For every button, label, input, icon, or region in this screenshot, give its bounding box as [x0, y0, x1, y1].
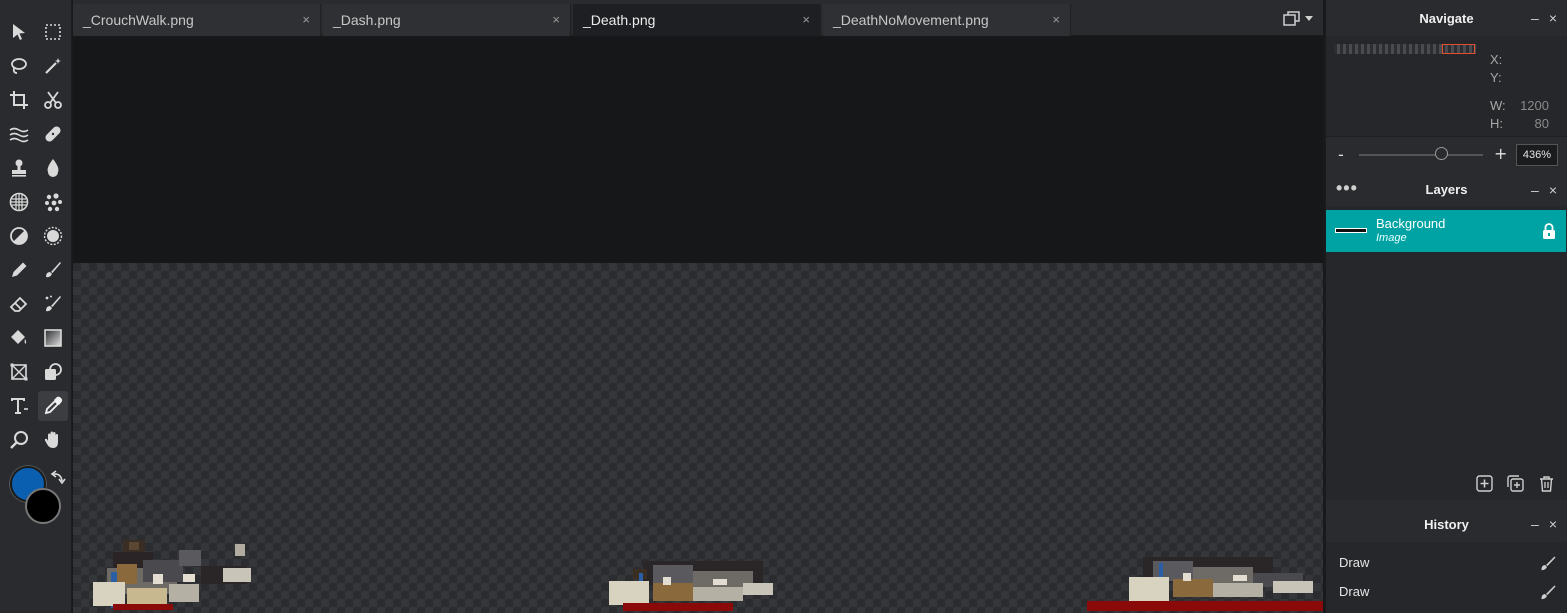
zoom-slider-handle[interactable]	[1434, 147, 1448, 160]
height-value: 80	[1534, 116, 1549, 131]
chevron-down-icon	[1305, 16, 1313, 21]
width-label: W:	[1490, 98, 1506, 113]
history-item[interactable]: Draw	[1326, 577, 1566, 606]
minimize-icon[interactable]: –	[1531, 516, 1539, 532]
navigator-viewport[interactable]	[1442, 44, 1475, 54]
blur-icon[interactable]	[38, 153, 68, 183]
paint-bucket-icon[interactable]	[4, 323, 34, 353]
zoom-controls: - + 436%	[1326, 136, 1567, 172]
minimize-icon[interactable]: –	[1531, 182, 1539, 198]
pencil-icon[interactable]	[4, 255, 34, 285]
close-icon[interactable]: ×	[1549, 10, 1557, 26]
trash-icon[interactable]	[1538, 475, 1555, 492]
eyedropper-icon[interactable]	[38, 391, 68, 421]
window-arrange-button[interactable]	[1281, 9, 1315, 29]
history-label: Draw	[1339, 584, 1370, 599]
tab-label: _Dash.png	[333, 12, 401, 28]
background-color-swatch[interactable]	[25, 488, 61, 524]
gradient-icon[interactable]	[38, 323, 68, 353]
zoom-slider[interactable]	[1359, 154, 1483, 156]
zoom-icon[interactable]	[4, 425, 34, 455]
width-value: 1200	[1520, 98, 1549, 113]
layer-name: Background	[1376, 216, 1446, 231]
dots-icon[interactable]	[38, 187, 68, 217]
minimize-icon[interactable]: –	[1531, 10, 1539, 26]
tab-label: _CrouchWalk.png	[83, 12, 194, 28]
move-icon[interactable]	[4, 17, 34, 47]
magic-wand-icon[interactable]	[38, 51, 68, 81]
history-label: Draw	[1339, 555, 1370, 570]
close-tab-icon[interactable]: ×	[302, 12, 310, 27]
navigator-preview: X: Y: W: 1200 H: 80	[1326, 36, 1567, 136]
sprite-frame-3	[1087, 557, 1323, 611]
sponge-icon[interactable]	[4, 187, 34, 217]
navigate-panel: Navigate – × X: Y: W: 1200 H: 80 - + 436…	[1325, 0, 1567, 172]
tab-death[interactable]: _Death.png ×	[573, 4, 821, 36]
close-icon[interactable]: ×	[1549, 516, 1557, 532]
zoom-in-button[interactable]: +	[1494, 144, 1507, 163]
tab-crouchwalk[interactable]: _CrouchWalk.png ×	[73, 4, 321, 36]
close-tab-icon[interactable]: ×	[802, 12, 810, 27]
layers-header: ••• Layers – ×	[1326, 172, 1567, 206]
cut-icon[interactable]	[38, 85, 68, 115]
tab-deathnomovement[interactable]: _DeathNoMovement.png ×	[823, 4, 1071, 36]
burn-icon[interactable]	[38, 221, 68, 251]
brush-icon	[1541, 585, 1556, 599]
close-tab-icon[interactable]: ×	[552, 12, 560, 27]
add-layer-icon[interactable]	[1476, 475, 1493, 492]
smart-brush-icon[interactable]	[38, 289, 68, 319]
panel-title: Layers	[1425, 181, 1468, 197]
text-icon[interactable]	[4, 391, 34, 421]
layer-item[interactable]: Background Image	[1326, 210, 1566, 252]
sprite-frame-1	[93, 540, 251, 610]
brush-icon[interactable]	[38, 255, 68, 285]
history-header: History – ×	[1326, 506, 1567, 542]
close-icon[interactable]: ×	[1549, 182, 1557, 198]
transform-icon[interactable]	[4, 357, 34, 387]
navigate-header: Navigate – ×	[1326, 0, 1567, 36]
history-list: Draw Draw	[1326, 542, 1567, 613]
zoom-level-input[interactable]: 436%	[1516, 144, 1558, 166]
history-item[interactable]: Draw	[1326, 548, 1566, 577]
marquee-icon[interactable]	[38, 17, 68, 47]
document-tabs: _CrouchWalk.png × _Dash.png × _Death.png…	[73, 0, 1323, 36]
lock-icon[interactable]	[1542, 223, 1556, 239]
tab-label: _DeathNoMovement.png	[833, 12, 989, 28]
height-label: H:	[1490, 116, 1503, 131]
zoom-out-button[interactable]: -	[1338, 145, 1344, 164]
swap-colors-icon[interactable]	[50, 470, 66, 486]
tab-dash[interactable]: _Dash.png ×	[323, 4, 571, 36]
shape-icon[interactable]	[38, 357, 68, 387]
panel-title: History	[1424, 516, 1469, 532]
layers-panel: ••• Layers – × Background Image	[1325, 172, 1567, 506]
layers-menu-icon[interactable]: •••	[1336, 178, 1358, 199]
hand-icon[interactable]	[38, 425, 68, 455]
x-label: X:	[1490, 52, 1503, 67]
clone-stamp-icon[interactable]	[4, 153, 34, 183]
window-arrange-icon	[1283, 11, 1300, 26]
navigator-thumbnail[interactable]	[1334, 44, 1476, 54]
panel-title: Navigate	[1419, 10, 1474, 26]
image-canvas[interactable]	[73, 263, 1323, 613]
heal-icon[interactable]	[38, 119, 68, 149]
dodge-icon[interactable]	[4, 221, 34, 251]
liquify-icon[interactable]	[4, 119, 34, 149]
brush-icon	[1541, 556, 1556, 570]
layer-type: Image	[1376, 232, 1407, 244]
eraser-icon[interactable]	[4, 289, 34, 319]
tab-label: _Death.png	[583, 12, 656, 28]
canvas-workspace[interactable]	[73, 37, 1323, 613]
layers-list: Background Image	[1326, 206, 1567, 500]
duplicate-layer-icon[interactable]	[1507, 475, 1524, 492]
sprite-frame-2	[609, 561, 773, 611]
lasso-icon[interactable]	[4, 51, 34, 81]
y-label: Y:	[1490, 70, 1502, 85]
close-tab-icon[interactable]: ×	[1052, 12, 1060, 27]
history-panel: History – × Draw Draw	[1325, 506, 1567, 613]
crop-icon[interactable]	[4, 85, 34, 115]
layer-thumbnail	[1335, 228, 1367, 233]
tools-panel	[0, 0, 72, 613]
